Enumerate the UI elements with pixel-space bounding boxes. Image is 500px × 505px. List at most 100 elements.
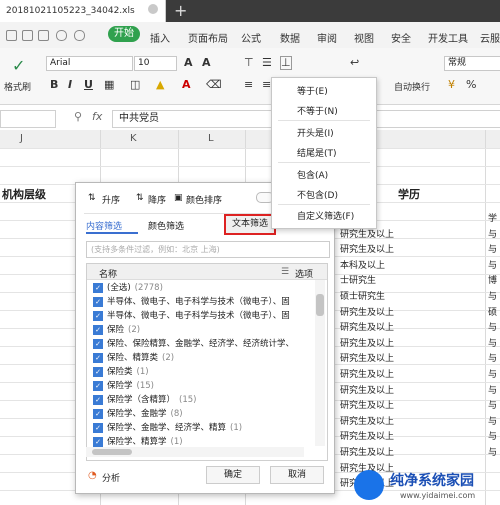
checkbox[interactable]: ✓ (93, 324, 103, 335)
save-icon[interactable] (6, 30, 17, 41)
checkbox[interactable]: ✓ (93, 338, 103, 349)
menu-item-not-equals[interactable]: 不等于(N) (297, 104, 338, 117)
menu-start[interactable]: 开始 (108, 26, 140, 42)
sort-desc-button[interactable]: 降序 (148, 193, 166, 206)
undo-icon[interactable] (56, 30, 67, 41)
align-bottom-icon[interactable]: ⊥ (280, 56, 292, 70)
format-painter-label[interactable]: 格式刷 (4, 80, 31, 93)
education-cell[interactable]: 研究生及以上 (340, 242, 394, 255)
right-edge-cell[interactable]: 与 (488, 258, 497, 271)
right-edge-cell[interactable]: 与 (488, 414, 497, 427)
menu-item-contains[interactable]: 包含(A) (297, 168, 328, 181)
filter-list-item[interactable]: ✓ 保险学、金融学、经济学、精算 (1) (93, 421, 307, 435)
header-institution-level[interactable]: 机构层级 (2, 186, 46, 202)
align-center-icon[interactable]: ≡ (262, 78, 271, 91)
sort-asc-icon[interactable]: ⇅ (88, 193, 96, 203)
filter-list-item[interactable]: ✓ 保险学 (15) (93, 379, 307, 393)
column-header-j[interactable]: J (20, 133, 23, 144)
options-icon[interactable]: ☰ (281, 267, 289, 277)
menu-security[interactable]: 安全 (391, 30, 411, 45)
menu-item-not-contains[interactable]: 不包含(D) (297, 188, 338, 201)
percent-icon[interactable]: % (466, 78, 476, 91)
right-edge-cell[interactable]: 与 (488, 227, 497, 240)
preview-icon[interactable] (38, 30, 49, 41)
italic-icon[interactable]: I (68, 78, 72, 91)
font-color-icon[interactable]: A (182, 78, 191, 91)
right-edge-cell[interactable]: 与 (488, 242, 497, 255)
checkbox[interactable]: ✓ (93, 422, 103, 433)
filter-list-item[interactable]: ✓ (全选) (2778) (93, 281, 307, 295)
close-tab-icon[interactable] (148, 4, 158, 14)
education-cell[interactable]: 士研究生 (340, 273, 376, 286)
menu-formula[interactable]: 公式 (241, 30, 261, 45)
right-edge-cell[interactable]: 与 (488, 398, 497, 411)
increase-font-icon[interactable]: A (184, 56, 193, 69)
checkbox[interactable]: ✓ (93, 366, 103, 377)
education-cell[interactable]: 研究生及以上 (340, 383, 394, 396)
wrap-text-label[interactable]: 自动换行 (394, 80, 430, 93)
decrease-font-icon[interactable]: A (202, 56, 211, 69)
cancel-button[interactable]: 取消 (270, 466, 324, 484)
checkbox[interactable]: ✓ (93, 436, 103, 447)
fx-icon[interactable]: fx (92, 110, 102, 123)
column-header-k[interactable]: K (130, 133, 137, 144)
education-cell[interactable]: 研究生及以上 (340, 429, 394, 442)
right-edge-cell[interactable]: 学 (488, 211, 497, 224)
checkbox[interactable]: ✓ (93, 310, 103, 321)
align-middle-icon[interactable]: ☰ (262, 56, 272, 69)
education-cell[interactable]: 研究生及以上 (340, 367, 394, 380)
checkbox[interactable]: ✓ (93, 296, 103, 307)
education-cell[interactable]: 研究生及以上 (340, 414, 394, 427)
right-edge-cell[interactable]: 博 (488, 273, 497, 286)
align-top-icon[interactable]: ⊤ (244, 56, 254, 69)
sort-color-button[interactable]: 颜色排序 (186, 193, 222, 206)
align-left-icon[interactable]: ≡ (244, 78, 253, 91)
fill-color-icon[interactable]: ▲ (156, 78, 164, 91)
filter-list-item[interactable]: ✓ 保险学（含精算） (15) (93, 393, 307, 407)
analysis-icon[interactable]: ◔ (88, 470, 97, 481)
filter-list-item[interactable]: ✓ 保险、精算类 (2) (93, 351, 307, 365)
menu-insert[interactable]: 插入 (150, 30, 170, 45)
menu-view[interactable]: 视图 (354, 30, 374, 45)
education-cell[interactable]: 研究生及以上 (340, 351, 394, 364)
tab-color-filter[interactable]: 颜色筛选 (148, 219, 184, 232)
right-edge-cell[interactable]: 硕 (488, 305, 497, 318)
font-size-select[interactable]: 10 (134, 56, 177, 71)
checkbox[interactable]: ✓ (93, 352, 103, 363)
education-cell[interactable]: 研究生及以上 (340, 305, 394, 318)
clear-format-icon[interactable]: ⌫ (206, 78, 222, 91)
print-icon[interactable] (22, 30, 33, 41)
currency-icon[interactable]: ¥ (448, 78, 455, 91)
menu-page-layout[interactable]: 页面布局 (188, 30, 228, 45)
checkbox[interactable]: ✓ (93, 380, 103, 391)
analysis-button[interactable]: 分析 (102, 471, 120, 484)
checkbox[interactable]: ✓ (93, 282, 103, 293)
right-edge-cell[interactable]: 与 (488, 320, 497, 333)
menu-cloud[interactable]: 云服 (480, 30, 500, 45)
bold-icon[interactable]: B (50, 78, 58, 91)
new-tab-button[interactable]: + (174, 1, 187, 20)
education-cell[interactable]: 研究生及以上 (340, 320, 394, 333)
sort-color-icon[interactable]: ▣ (174, 193, 183, 203)
filter-list-item[interactable]: ✓ 保险类 (1) (93, 365, 307, 379)
column-header-l[interactable]: L (208, 133, 214, 144)
education-cell[interactable]: 本科及以上 (340, 258, 385, 271)
tab-content-filter[interactable]: 内容筛选 (86, 219, 122, 232)
checkbox[interactable]: ✓ (93, 394, 103, 405)
sort-desc-icon[interactable]: ⇅ (136, 193, 144, 203)
number-format-select[interactable]: 常规 (444, 56, 500, 71)
merge-icon[interactable]: ◫ (130, 78, 140, 91)
filter-list-item[interactable]: ✓ 半导体、微电子、电子科学与技术（微电子）、固 (93, 295, 307, 309)
underline-icon[interactable]: U (84, 78, 93, 91)
file-tab[interactable]: 20181021105223_34042.xls (0, 0, 166, 22)
filter-list-item[interactable]: ✓ 半导体、微电子、电子科学与技术（微电子）、固 (93, 309, 307, 323)
education-cell[interactable]: 研究生及以上 (340, 398, 394, 411)
education-cell[interactable]: 研究生及以上 (340, 445, 394, 458)
education-cell[interactable]: 硕士研究生 (340, 289, 385, 302)
sort-asc-button[interactable]: 升序 (102, 193, 120, 206)
filter-list-item[interactable]: ✓ 保险、保险精算、金融学、经济学、经济统计学、 (93, 337, 307, 351)
right-edge-cell[interactable]: 与 (488, 429, 497, 442)
right-edge-cell[interactable]: 与 (488, 289, 497, 302)
filter-list-item[interactable]: ✓ 保险学、金融学 (8) (93, 407, 307, 421)
options-button[interactable]: 选项 (295, 267, 313, 280)
